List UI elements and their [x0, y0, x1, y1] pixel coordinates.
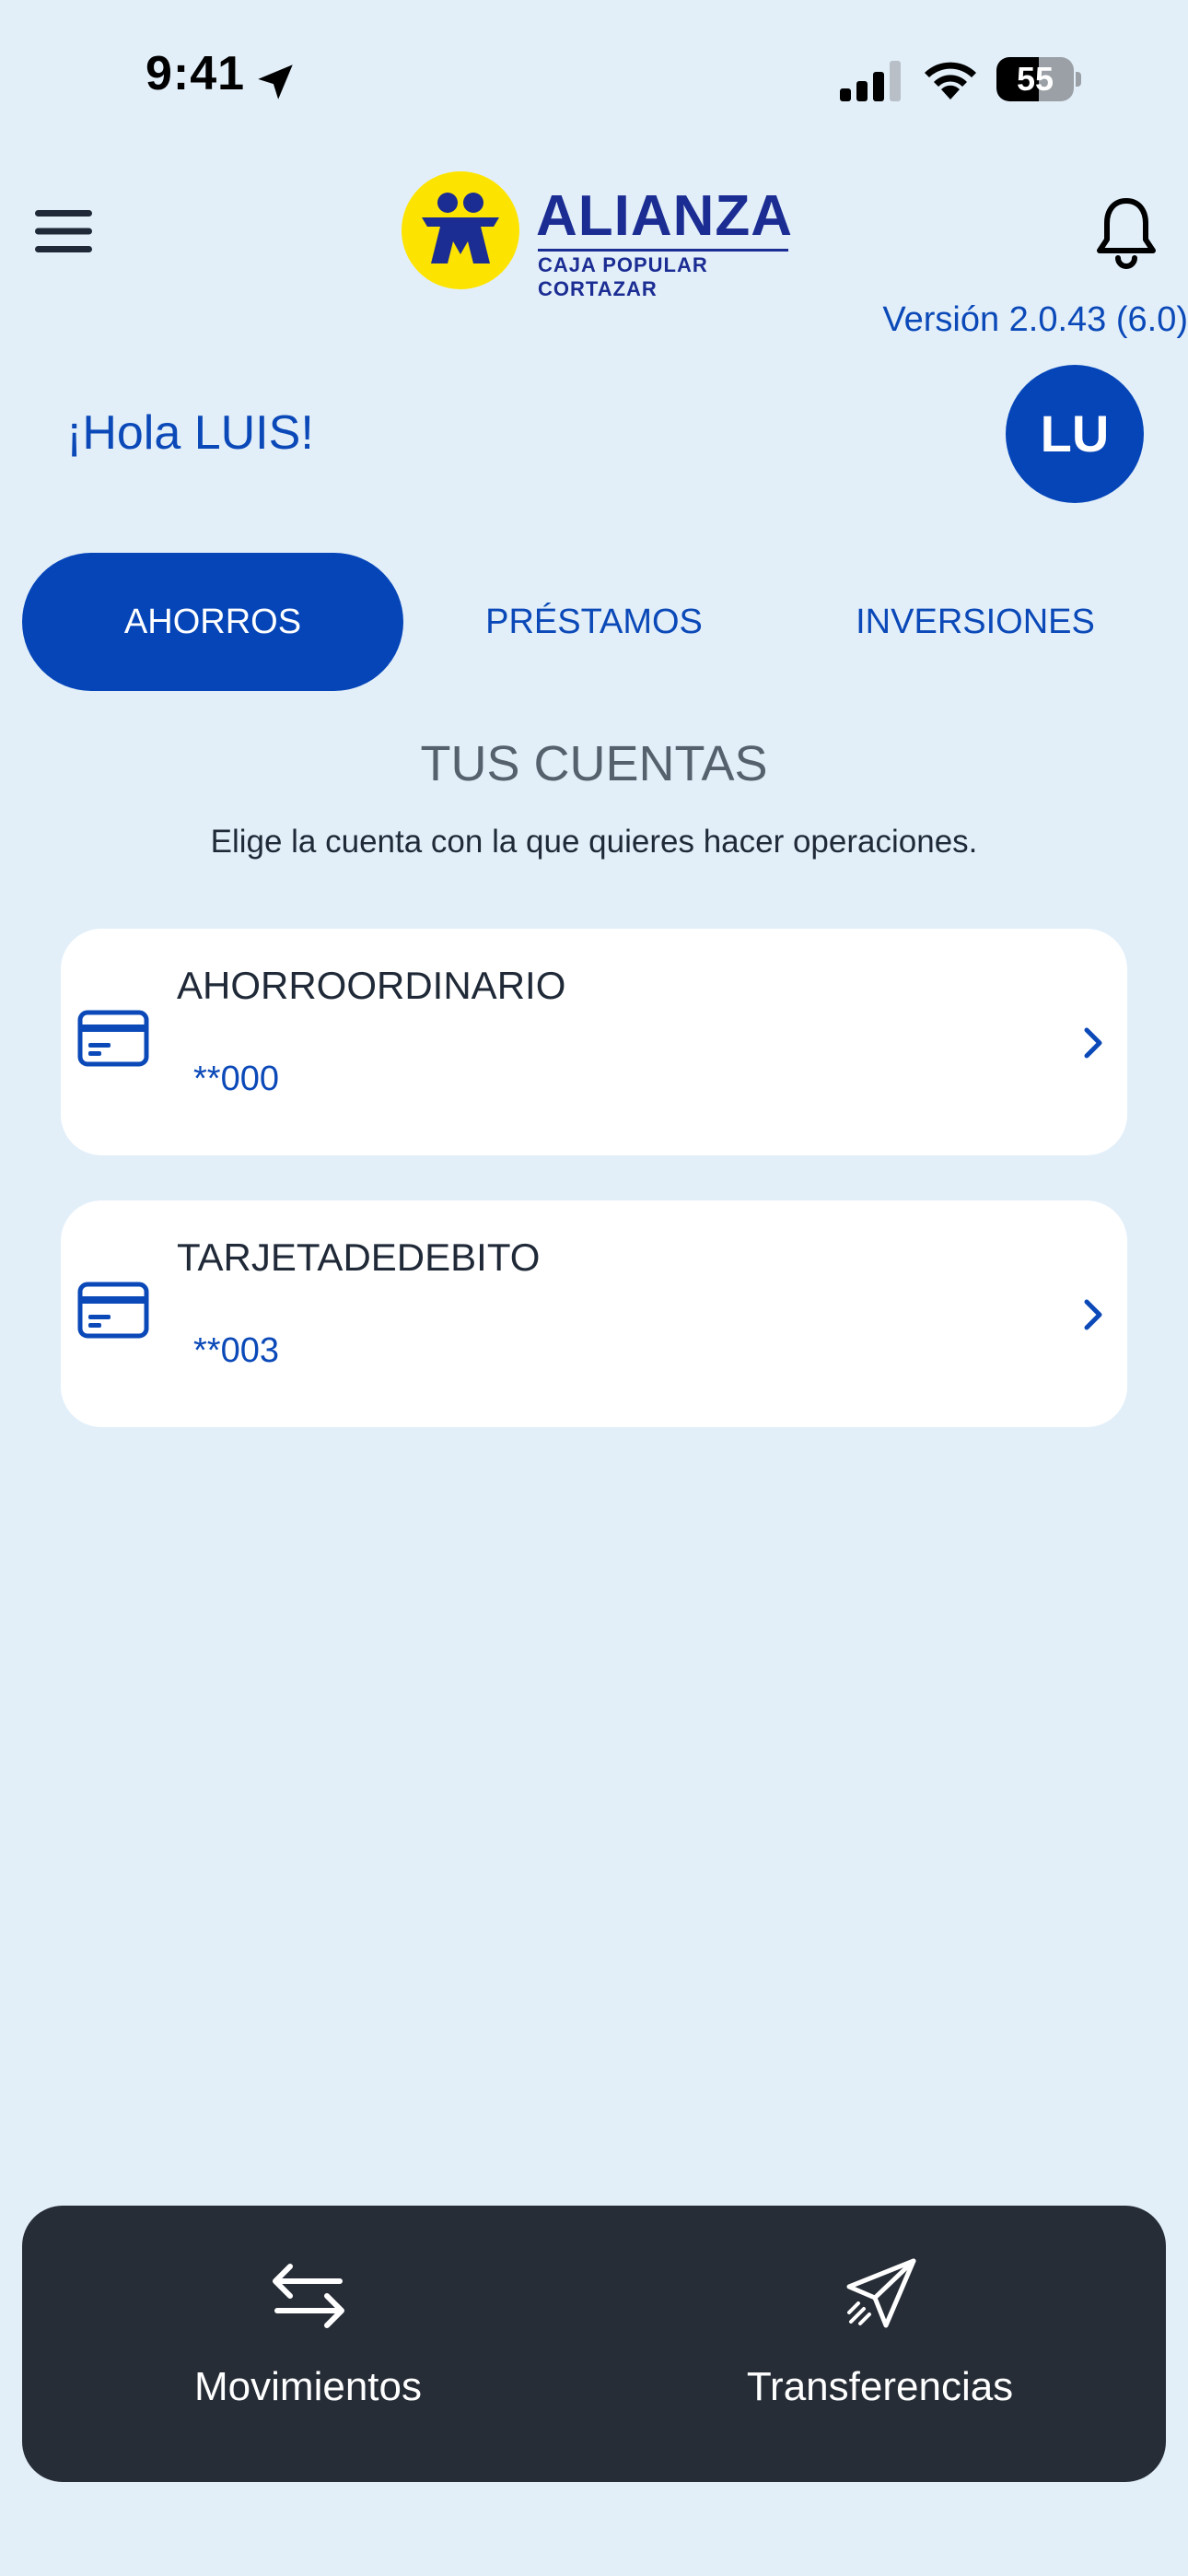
account-card-tarjeta-debito[interactable]: TARJETADEDEBITO **003	[61, 1200, 1127, 1427]
tab-inversiones[interactable]: INVERSIONES	[785, 553, 1166, 691]
alianza-logo: ALIANZA CAJA POPULAR CORTAZAR	[402, 171, 792, 300]
location-arrow-icon	[258, 64, 293, 100]
section-title: TUS CUENTAS	[420, 736, 768, 791]
menu-icon[interactable]	[35, 208, 92, 254]
wifi-icon	[925, 62, 976, 100]
user-avatar[interactable]: LU	[1006, 365, 1144, 503]
account-number: **000	[193, 1060, 279, 1098]
movimientos-button[interactable]: Movimientos	[22, 2206, 594, 2482]
chevron-right-icon	[1084, 1027, 1102, 1059]
transferencias-label: Transferencias	[746, 2364, 1014, 2409]
credit-card-icon	[77, 1282, 149, 1339]
account-number: **003	[193, 1331, 279, 1370]
bottom-action-bar: Movimientos Transferencias	[22, 2206, 1166, 2482]
greeting-text: ¡Hola LUIS!	[66, 406, 314, 460]
section-subtitle: Elige la cuenta con la que quieres hacer…	[210, 824, 978, 860]
arrows-exchange-icon	[272, 2264, 344, 2328]
battery-icon: 55	[996, 57, 1081, 103]
credit-card-icon	[77, 1010, 149, 1067]
app-version: Versión 2.0.43 (6.0)	[882, 300, 1188, 339]
status-time: 9:41	[146, 47, 246, 100]
account-card-ahorro-ordinario[interactable]: AHORROORDINARIO **000	[61, 929, 1127, 1155]
transferencias-button[interactable]: Transferencias	[594, 2206, 1166, 2482]
account-name: TARJETADEDEBITO	[177, 1235, 541, 1279]
signal-icon	[840, 61, 901, 101]
logo-title: ALIANZA	[536, 184, 794, 248]
tab-ahorros[interactable]: AHORROS	[22, 553, 403, 691]
paper-plane-icon	[846, 2258, 915, 2328]
movimientos-label: Movimientos	[194, 2364, 422, 2409]
bell-icon[interactable]	[1094, 195, 1159, 269]
account-name: AHORROORDINARIO	[177, 964, 566, 1007]
tab-prestamos[interactable]: PRÉSTAMOS	[403, 553, 785, 691]
battery-percent: 55	[1016, 60, 1054, 98]
logo-subtitle: CAJA POPULAR CORTAZAR	[538, 249, 788, 301]
chevron-right-icon	[1084, 1299, 1102, 1330]
logo-emblem-icon	[402, 171, 519, 289]
